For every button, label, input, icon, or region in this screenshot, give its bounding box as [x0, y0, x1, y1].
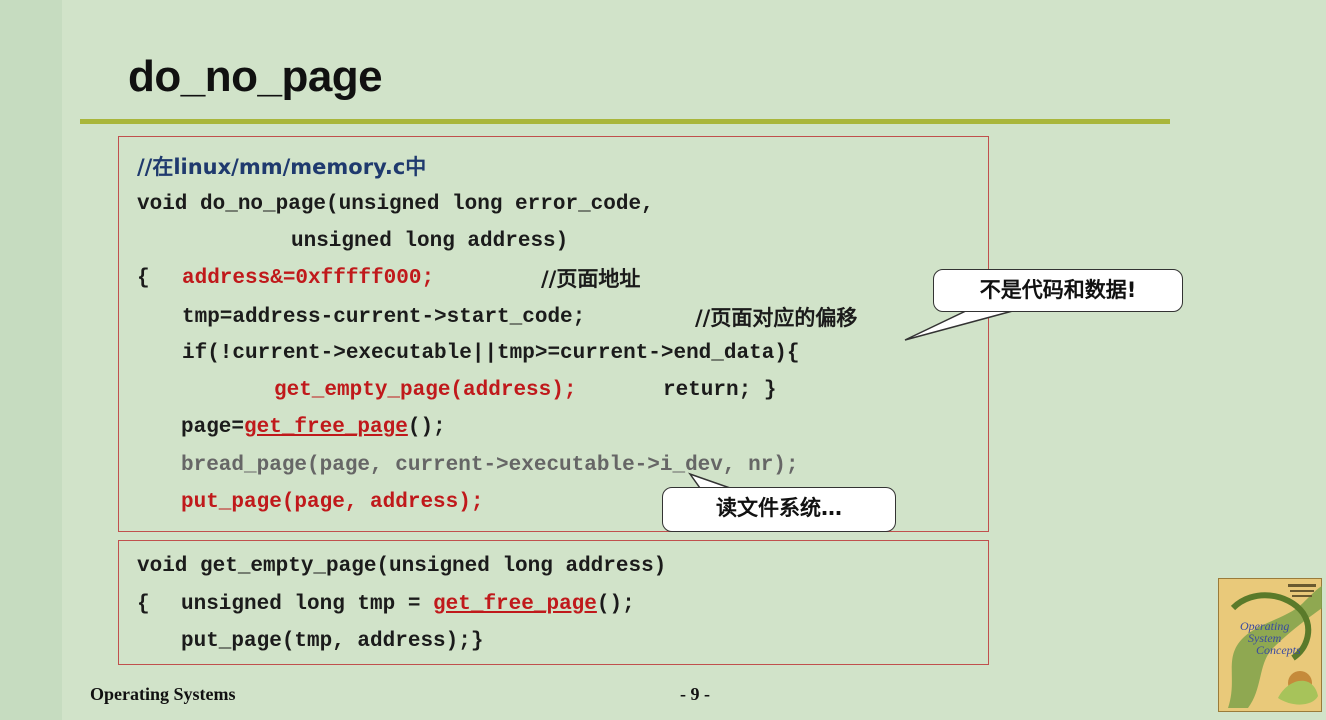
book-cover-image: Operating System Concepts: [1218, 578, 1322, 712]
callout-read-filesystem: 读文件系统…: [662, 487, 896, 532]
dinosaur-book-icon: Operating System Concepts: [1218, 578, 1322, 712]
footer-course-title: Operating Systems: [90, 684, 236, 704]
footer-page-number: - 9 -: [680, 684, 710, 704]
callout-tail-2: [688, 472, 731, 489]
callout-tail-1: [904, 308, 1021, 341]
callout-not-code-data: 不是代码和数据!: [933, 269, 1183, 312]
callout-tails: [688, 308, 1021, 489]
book-title-3: Concepts: [1256, 643, 1301, 657]
